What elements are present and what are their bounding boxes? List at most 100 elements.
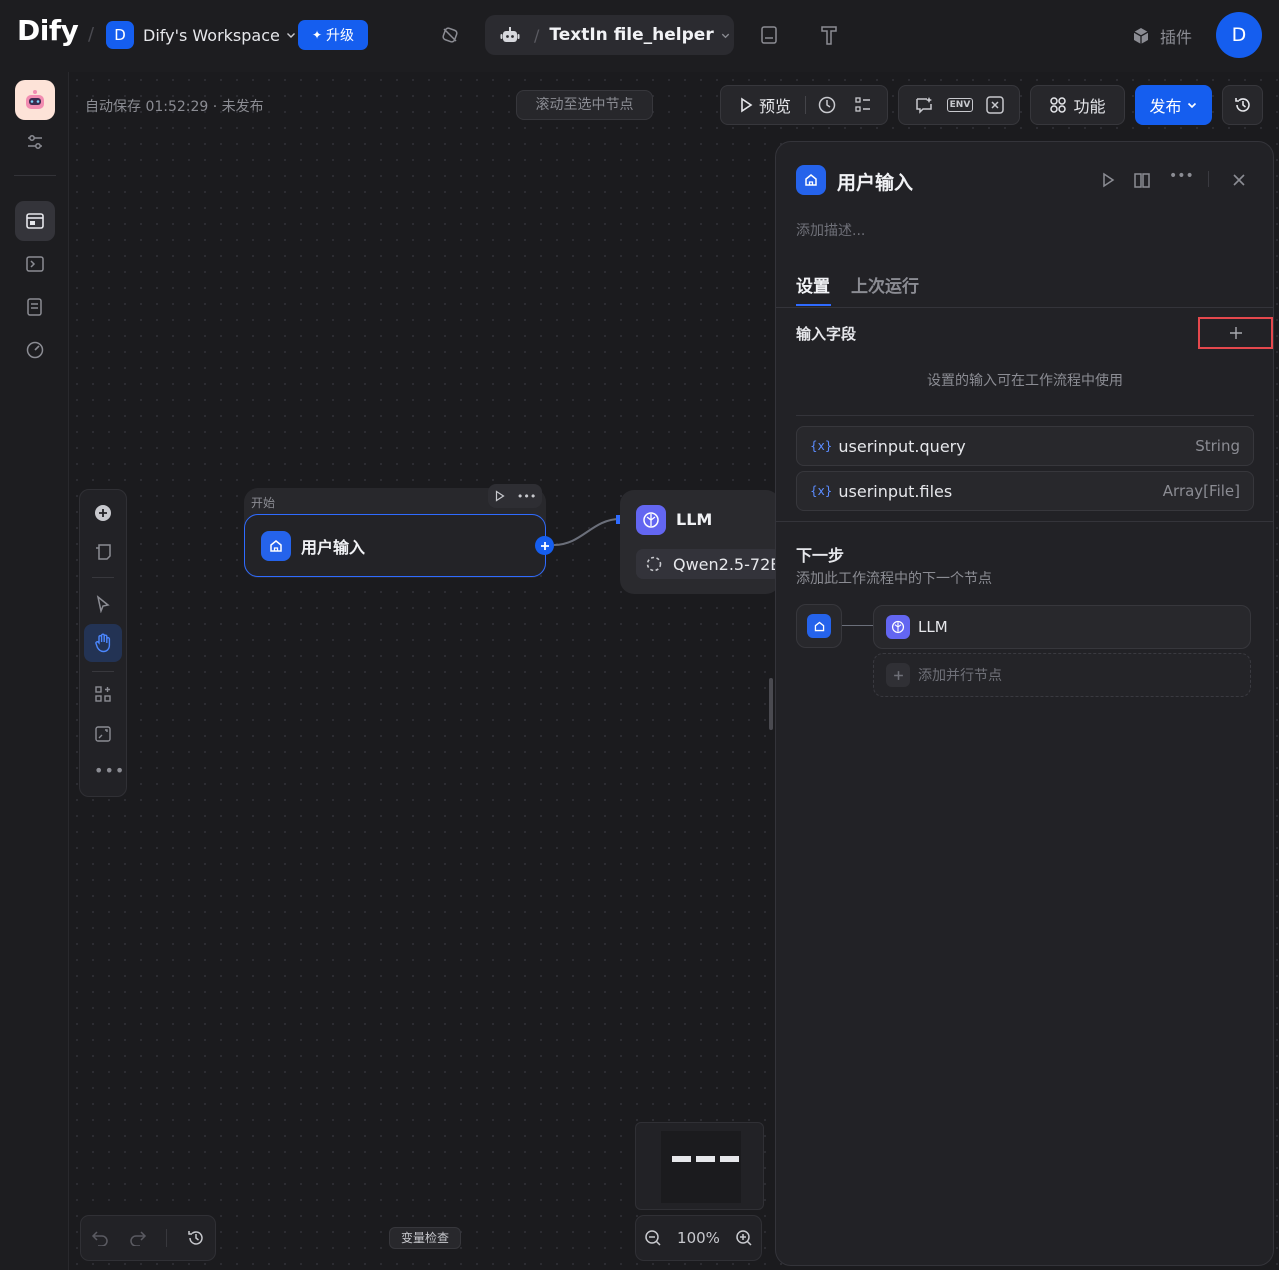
toolbar-divider [805,96,807,114]
conversation-vars-icon[interactable] [914,95,934,115]
minimap-node [720,1156,739,1162]
next-step-desc: 添加此工作流程中的下一个节点 [796,571,992,587]
explore-icon[interactable] [441,26,459,44]
checklist-icon[interactable] [854,96,872,114]
variable-x-icon[interactable] [986,96,1005,114]
panel-resize-handle[interactable] [769,678,773,730]
zoom-controls: 100% [635,1215,762,1261]
preview-button[interactable]: 预览 [739,93,791,117]
node-actions: ••• [488,484,542,508]
variable-inspect-button[interactable]: 变量检查 [389,1227,461,1249]
redo-icon[interactable] [129,1230,147,1246]
run-node-icon[interactable] [494,490,506,502]
start-group-label: 开始 [251,496,276,510]
organize-blocks-icon[interactable] [94,685,112,703]
pointer-icon[interactable] [95,595,111,613]
input-hint: 设置的输入可在工作流程中使用 [927,373,1123,389]
add-parallel-node-button[interactable]: 添加并行节点 [873,653,1251,697]
minimap[interactable] [635,1122,764,1210]
tools-icon[interactable] [819,24,839,46]
next-node-llm[interactable]: LLM [873,605,1251,649]
variable-x-icon: {x} [810,484,833,498]
chevron-down-icon [1187,102,1196,109]
tab-last-run[interactable]: 上次运行 [851,272,919,297]
close-icon[interactable] [1232,173,1246,187]
dify-logo[interactable]: Dify [17,14,79,47]
sidebar-divider [14,175,56,176]
active-tab-indicator [796,304,831,306]
cube-icon [1133,28,1149,44]
monitoring-gauge-icon[interactable] [26,341,44,359]
scroll-to-node-button[interactable]: 滚动至选中节点 [516,90,653,120]
breadcrumb-separator: / [534,25,540,45]
run-toolbar-group: 预览 [720,85,888,125]
next-step-title: 下一步 [796,546,845,565]
plus-icon [1229,327,1242,339]
history-icon[interactable] [187,1229,205,1247]
app-selector[interactable]: / TextIn file_helper [485,15,734,55]
current-node-chip [796,604,842,648]
palette-divider [92,671,114,672]
add-note-icon[interactable] [94,543,112,561]
variable-type: String [1195,437,1240,455]
llm-model-name: Qwen2.5-72B [673,554,780,574]
sidebar-item-orchestrate[interactable] [15,201,55,241]
upgrade-button[interactable]: ✦ 升级 [298,20,368,50]
start-node-title: 用户输入 [301,537,366,557]
home-icon [805,174,817,186]
user-avatar[interactable]: D [1216,12,1262,58]
zoom-level[interactable]: 100% [677,1229,720,1247]
variable-row-files[interactable]: {x} userinput.files Array[File] [796,471,1254,511]
add-input-field-button[interactable] [1198,317,1273,349]
zoom-out-icon[interactable] [644,1229,662,1247]
canvas-tool-palette: ••• [79,489,127,797]
add-node-icon[interactable] [94,504,112,522]
next-step-connector [842,625,873,626]
palette-divider [92,577,114,578]
tabs-divider [776,307,1273,308]
minimap-toggle-icon[interactable] [94,725,112,743]
publish-button[interactable]: 发布 [1135,85,1212,125]
description-input[interactable]: 添加描述... [796,220,865,240]
version-history-button[interactable] [1222,85,1263,125]
logs-icon[interactable] [26,298,44,316]
features-button[interactable]: 功能 [1030,85,1125,125]
plus-icon [886,663,910,687]
variable-type: Array[File] [1162,482,1240,500]
llm-icon [636,505,666,535]
home-icon [814,621,824,631]
app-icon[interactable] [15,80,55,120]
settings-sliders-icon[interactable] [26,134,44,150]
start-node[interactable]: 用户输入 [244,514,546,577]
home-icon [270,539,282,552]
env-icon[interactable]: ENV [946,98,974,112]
workspace-name: Dify's Workspace [143,25,280,45]
help-book-icon[interactable] [1133,171,1151,189]
history-icon [1234,98,1250,112]
panel-title[interactable]: 用户输入 [837,168,913,195]
zoom-in-icon[interactable] [735,1229,753,1247]
header-divider [1208,171,1209,187]
home-icon-badge [807,614,831,638]
play-icon [741,97,753,113]
undo-icon[interactable] [91,1230,109,1246]
document-icon[interactable] [760,25,778,45]
run-history-icon[interactable] [817,95,837,115]
workspace-switcher[interactable]: D Dify's Workspace [106,21,297,49]
hand-tool-button[interactable] [84,624,122,662]
variable-name: userinput.query [838,436,966,456]
variable-row-query[interactable]: {x} userinput.query String [796,426,1254,466]
node-more-icon[interactable]: ••• [517,490,536,503]
minimap-viewport [661,1131,741,1203]
more-icon[interactable]: ••• [94,761,125,780]
tab-settings[interactable]: 设置 [796,272,830,297]
more-options-icon[interactable]: ••• [1169,168,1194,184]
panel-node-icon [796,165,826,195]
variables-toolbar-group: ENV [898,85,1020,125]
model-spinner-icon [646,556,662,572]
terminal-icon[interactable] [26,256,44,272]
run-step-icon[interactable] [1100,172,1116,188]
plugins-button[interactable]: 插件 [1131,24,1192,48]
window-icon [26,213,44,229]
top-bar: Dify / D Dify's Workspace ✦ 升级 / TextIn … [0,0,1279,72]
